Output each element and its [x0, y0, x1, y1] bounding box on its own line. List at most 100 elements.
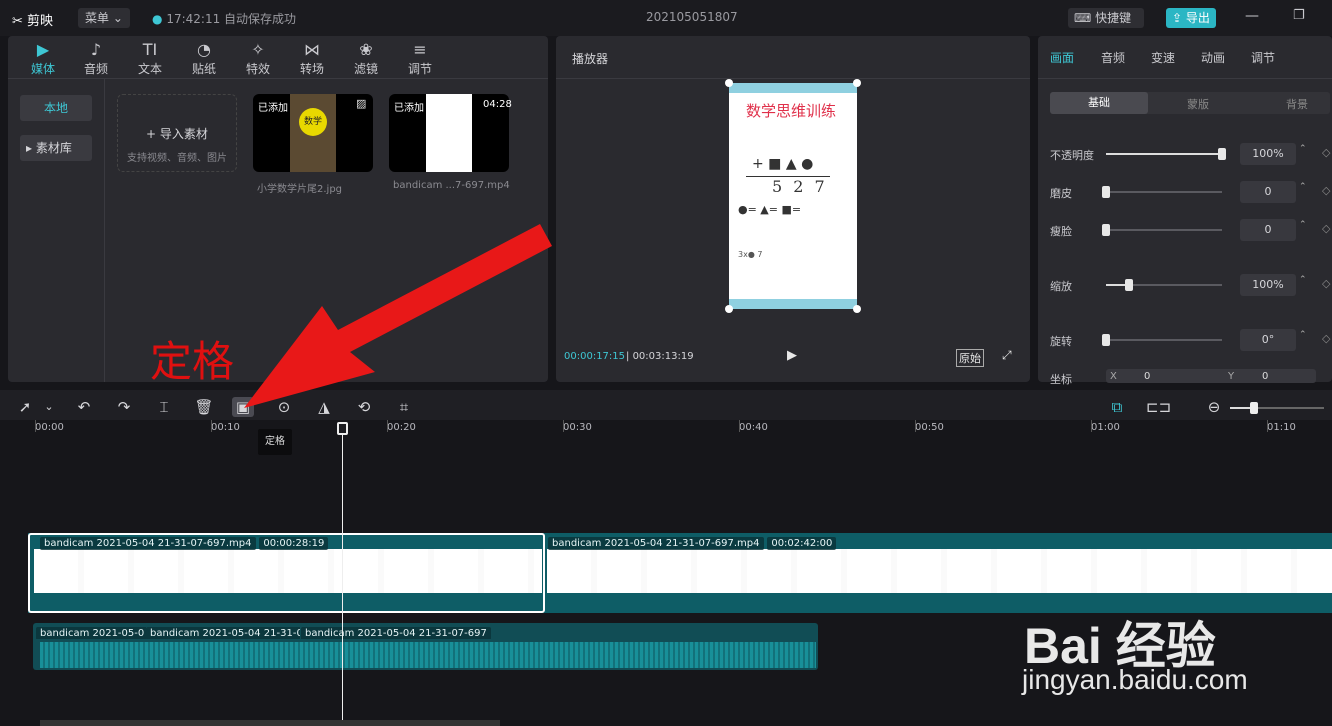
- stepper-icon[interactable]: ⌃: [1299, 330, 1307, 340]
- tab-audio[interactable]: 音频: [1101, 49, 1125, 66]
- resize-handle[interactable]: [725, 305, 733, 313]
- slider-knob[interactable]: [1102, 224, 1110, 236]
- current-time: 00:00:17:15: [564, 351, 626, 362]
- zoom-out-icon[interactable]: ⊖: [1203, 397, 1225, 417]
- resize-handle[interactable]: [853, 305, 861, 313]
- keyframe-icon[interactable]: ◇: [1322, 277, 1330, 290]
- playhead[interactable]: [342, 430, 343, 726]
- undo-icon[interactable]: ↶: [73, 397, 95, 417]
- property-slider[interactable]: [1106, 339, 1222, 341]
- link-icon[interactable]: ⊏⊐: [1146, 397, 1171, 417]
- annotation-arrow: [244, 224, 552, 408]
- zoom-knob[interactable]: [1250, 402, 1258, 414]
- nav-audio[interactable]: ♪ 音频: [69, 40, 123, 77]
- stepper-icon[interactable]: ⌃: [1299, 144, 1307, 154]
- export-button[interactable]: ⇪ 导出: [1166, 8, 1216, 28]
- subtab-basic[interactable]: 基础: [1050, 92, 1148, 114]
- property-value[interactable]: 100%: [1240, 274, 1296, 296]
- divider: [556, 78, 1030, 79]
- resize-handle[interactable]: [853, 79, 861, 87]
- nav-adjust[interactable]: ≡ 调节: [393, 40, 447, 77]
- delete-icon[interactable]: 🗑: [193, 397, 215, 417]
- nav-text[interactable]: TI 文本: [123, 40, 177, 77]
- keyframe-icon[interactable]: ◇: [1322, 184, 1330, 197]
- subtab-mask[interactable]: 蒙版: [1187, 96, 1209, 112]
- audio-waveform: [40, 642, 816, 668]
- nav-label: 文本: [137, 62, 162, 76]
- sidebar-item-library[interactable]: ▸ 素材库: [20, 135, 92, 161]
- stepper-icon[interactable]: ⌃: [1299, 182, 1307, 192]
- property-label: 缩放: [1050, 280, 1072, 293]
- property-value[interactable]: 0: [1240, 219, 1296, 241]
- effects-icon: ✧: [251, 40, 265, 59]
- property-slider[interactable]: [1106, 229, 1222, 231]
- nav-effects[interactable]: ✧ 特效: [231, 40, 285, 77]
- media-item-name: 小学数学片尾2.jpg: [257, 184, 343, 195]
- minimize-icon[interactable]: —: [1245, 8, 1259, 24]
- clip-1-frames: [34, 549, 542, 593]
- slider-knob[interactable]: [1218, 148, 1226, 160]
- slider-knob[interactable]: [1102, 186, 1110, 198]
- snap-icon[interactable]: ⧉: [1106, 397, 1128, 417]
- playhead-handle[interactable]: [337, 422, 348, 435]
- watermark-url: jingyan.baidu.com: [1022, 664, 1248, 695]
- timeline-scrollbar[interactable]: [40, 720, 500, 726]
- video-note: 3x● 7: [738, 250, 763, 259]
- keyframe-icon[interactable]: ◇: [1322, 146, 1330, 159]
- ratio-button[interactable]: 原始: [956, 349, 984, 367]
- y-value[interactable]: 0: [1262, 371, 1268, 382]
- video-footer-band: [729, 299, 857, 309]
- property-value[interactable]: 0°: [1240, 329, 1296, 351]
- export-icon: ⇪: [1172, 11, 1183, 25]
- keyframe-icon[interactable]: ◇: [1322, 222, 1330, 235]
- chevron-down-icon: ⌄: [112, 11, 123, 25]
- sidebar-item-local[interactable]: 本地: [20, 95, 92, 121]
- clip-2-name: bandicam 2021-05-04 21-31-07-697.mp4: [548, 537, 764, 550]
- split-icon[interactable]: ⌶: [153, 397, 175, 417]
- clip-2-frames: [547, 549, 1332, 593]
- video-equation: + ■ ▲ ●: [752, 156, 814, 172]
- stepper-icon[interactable]: ⌃: [1299, 275, 1307, 285]
- play-button[interactable]: ▶: [787, 348, 797, 363]
- nav-media[interactable]: ▶ 媒体: [16, 40, 70, 77]
- redo-icon[interactable]: ↷: [113, 397, 135, 417]
- tab-adjust[interactable]: 调节: [1251, 49, 1275, 66]
- keyboard-icon: ⌨: [1074, 11, 1092, 25]
- text-icon: TI: [142, 40, 158, 59]
- video-thumbnail: [426, 94, 472, 172]
- video-duration: 04:28: [483, 99, 512, 110]
- x-value[interactable]: 0: [1144, 371, 1150, 382]
- property-value[interactable]: 0: [1240, 181, 1296, 203]
- chevron-down-icon[interactable]: ⌄: [38, 397, 60, 417]
- stepper-icon[interactable]: ⌃: [1299, 220, 1307, 230]
- project-name: 202105051807: [646, 10, 738, 24]
- resize-handle[interactable]: [725, 79, 733, 87]
- property-value[interactable]: 100%: [1240, 143, 1296, 165]
- tab-animation[interactable]: 动画: [1201, 49, 1225, 66]
- nav-transition[interactable]: ⋈ 转场: [285, 40, 339, 77]
- nav-filter[interactable]: ❀ 滤镜: [339, 40, 393, 77]
- subtab-background[interactable]: 背景: [1286, 96, 1308, 112]
- audio-label-3: bandicam 2021-05-04 21-31-07-697: [301, 625, 501, 639]
- slider-knob[interactable]: [1102, 334, 1110, 346]
- video-sum: 5 2 7: [772, 177, 828, 196]
- shortcut-label: 快捷键: [1095, 11, 1132, 25]
- menu-button[interactable]: 菜单 ⌄: [78, 8, 130, 28]
- keyframe-icon[interactable]: ◇: [1322, 332, 1330, 345]
- maximize-icon[interactable]: ❐: [1293, 8, 1305, 23]
- property-slider[interactable]: [1106, 191, 1222, 193]
- ruler-tick: 00:50: [915, 420, 944, 433]
- audio-icon: ♪: [90, 40, 102, 59]
- import-hint: 支持视频、音频、图片: [127, 153, 227, 164]
- fullscreen-icon[interactable]: ⤢: [1002, 348, 1012, 363]
- slider-knob[interactable]: [1125, 279, 1133, 291]
- nav-sticker[interactable]: ◔ 贴纸: [177, 40, 231, 77]
- select-tool-icon[interactable]: ➚: [14, 397, 36, 417]
- tab-picture[interactable]: 画面: [1050, 49, 1074, 66]
- coord-fields[interactable]: [1106, 369, 1316, 383]
- tab-speed[interactable]: 变速: [1151, 49, 1175, 66]
- video-title-text: 数学思维训练: [746, 102, 837, 120]
- shortcut-button[interactable]: ⌨ 快捷键: [1068, 8, 1144, 28]
- transition-icon: ⋈: [304, 40, 320, 59]
- audio-label-text: bandicam 2021-05-04 21-31-0: [146, 627, 300, 639]
